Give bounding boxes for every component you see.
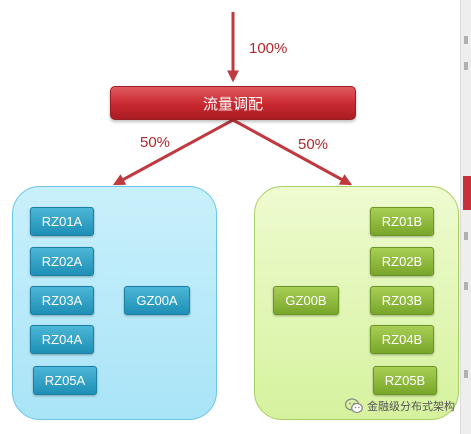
inbound-percent: 100% [249,40,288,57]
right-split-arrow [232,118,353,186]
gz-node-b: GZ00B [273,286,339,315]
rz-node-b4: RZ04B [370,325,434,354]
rz-node-b1: RZ01B [370,207,434,236]
rz-node-a2: RZ02A [30,247,94,276]
rz-node-b5: RZ05B [373,366,437,395]
rz-node-b2: RZ02B [370,247,434,276]
rz-node-a1: RZ01A [30,207,94,236]
left-split-arrow [112,118,234,186]
rz-node-a3: RZ03A [30,286,94,315]
right-split-percent: 50% [298,136,329,153]
watermark-text: 金融级分布式架构 [367,401,455,413]
rz-node-a4: RZ04A [30,325,94,354]
wechat-icon [345,398,363,414]
gz-node-a: GZ00A [124,286,190,315]
watermark: 金融级分布式架构 [345,396,455,416]
traffic-dispatch-node: 流量调配 [110,86,356,120]
rz-node-b3: RZ03B [370,286,434,315]
rz-node-a5: RZ05A [33,366,97,395]
left-split-percent: 50% [140,134,171,151]
